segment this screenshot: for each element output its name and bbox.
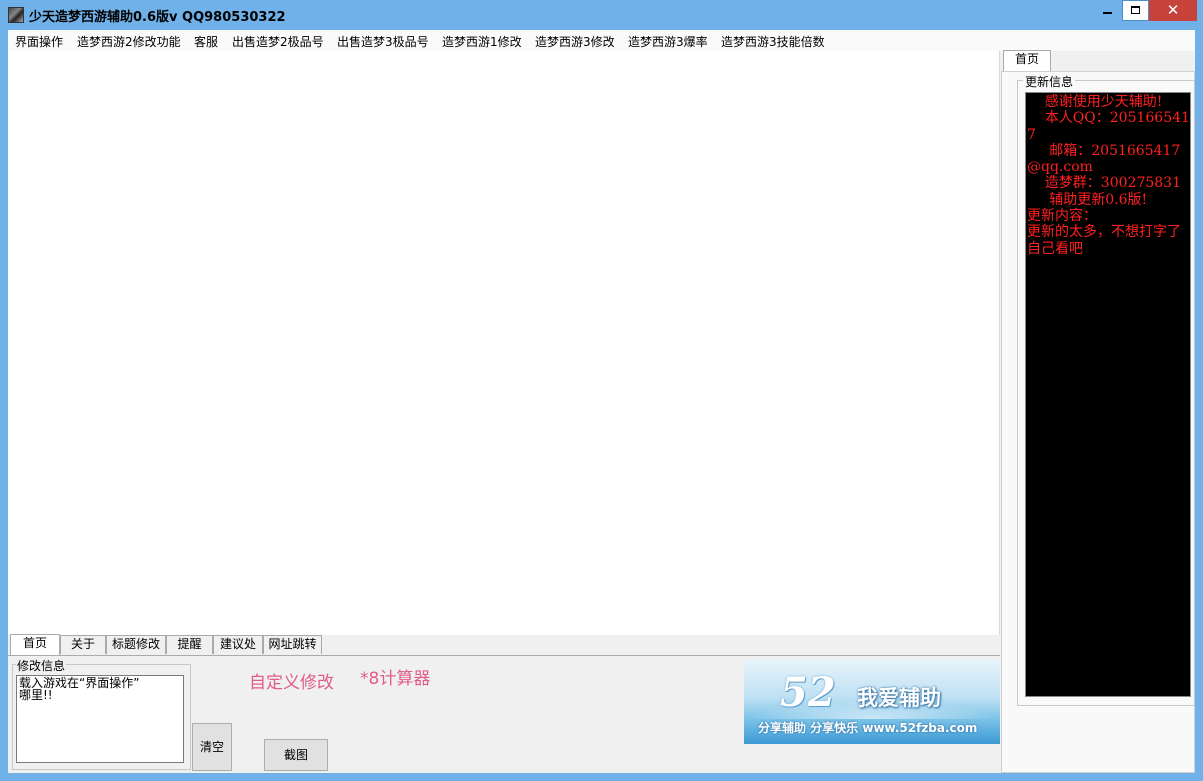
ad-banner[interactable]: 52 我爱辅助 分享辅助 分享快乐 www.52fzba.com [744, 659, 1000, 744]
screenshot-button[interactable]: 截图 [264, 739, 328, 771]
menu-item-sell-zm3-accounts[interactable]: 出售造梦3极品号 [337, 33, 429, 50]
right-tab-bar: 首页 [1001, 50, 1195, 72]
update-info-textbox[interactable]: 感谢使用少天辅助! 本人QQ：2051665417 邮箱：2051665417@… [1025, 92, 1191, 697]
tab-home[interactable]: 首页 [10, 634, 60, 655]
main-content-panel[interactable] [8, 51, 1000, 636]
menu-item-ui-operation[interactable]: 界面操作 [15, 33, 63, 50]
window-title: 少天造梦西游辅助0.6版v QQ980530322 [29, 10, 286, 25]
minimize-icon [1103, 12, 1112, 14]
maximize-button[interactable] [1122, 0, 1149, 21]
menu-item-zmxy3-skill-multiplier[interactable]: 造梦西游3技能倍数 [721, 33, 825, 50]
tab-reminder[interactable]: 提醒 [166, 635, 213, 654]
modify-info-label: 修改信息 [16, 657, 67, 674]
update-info-text: 感谢使用少天辅助! 本人QQ：2051665417 邮箱：2051665417@… [1027, 94, 1190, 257]
calculator-link[interactable]: *8计算器 [360, 664, 430, 689]
update-info-label: 更新信息 [1023, 73, 1076, 90]
tab-title-edit[interactable]: 标题修改 [106, 635, 166, 654]
banner-subtitle: 分享辅助 分享快乐 www.52fzba.com [758, 721, 978, 735]
menu-item-support[interactable]: 客服 [194, 33, 218, 50]
menu-item-zmxy3-mods[interactable]: 造梦西游3修改 [535, 33, 615, 50]
menu-bar: 界面操作 造梦西游2修改功能 客服 出售造梦2极品号 出售造梦3极品号 造梦西游… [8, 30, 1195, 51]
clear-button[interactable]: 清空 [192, 723, 232, 771]
menu-item-zmxy3-drop-rate[interactable]: 造梦西游3爆率 [628, 33, 708, 50]
modify-info-textbox[interactable]: 载入游戏在“界面操作” 哪里!! [16, 675, 184, 763]
maximize-icon [1131, 6, 1140, 14]
tab-suggestions[interactable]: 建议处 [213, 635, 263, 654]
app-icon[interactable] [8, 7, 24, 23]
menu-item-sell-zm2-accounts[interactable]: 出售造梦2极品号 [232, 33, 324, 50]
minimize-button[interactable] [1092, 0, 1122, 21]
tab-url-jump[interactable]: 网址跳转 [263, 635, 322, 654]
bottom-tab-bar: 首页 关于 标题修改 提醒 建议处 网址跳转 [8, 634, 1000, 656]
close-button[interactable]: ✕ [1149, 0, 1197, 21]
tab-about[interactable]: 关于 [60, 635, 106, 654]
custom-modify-link[interactable]: 自定义修改 [249, 668, 334, 693]
banner-title: 我爱辅助 [857, 686, 941, 710]
close-icon: ✕ [1166, 1, 1180, 19]
menu-item-zmxy1-mods[interactable]: 造梦西游1修改 [442, 33, 522, 50]
banner-logo-number: 52 [780, 669, 836, 716]
menu-item-zmxy2-mods[interactable]: 造梦西游2修改功能 [77, 33, 181, 50]
tab-home-right[interactable]: 首页 [1003, 50, 1051, 71]
